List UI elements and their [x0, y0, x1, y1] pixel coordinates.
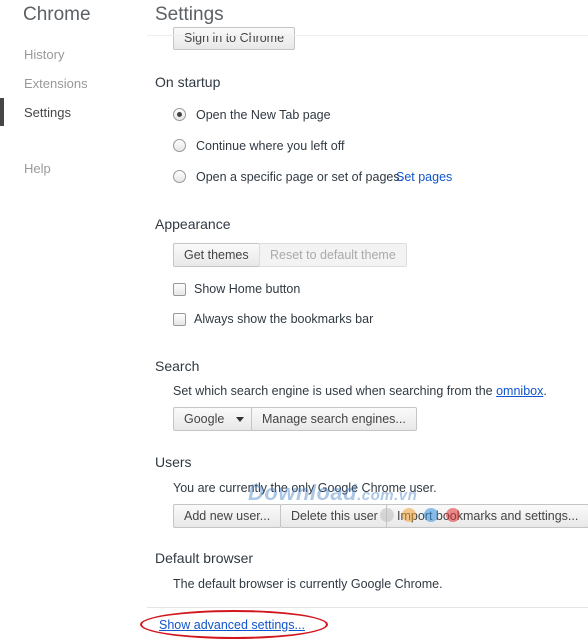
omnibox-link[interactable]: omnibox: [496, 384, 543, 398]
header-divider: [147, 35, 588, 36]
startup-radio-continue[interactable]: [173, 139, 186, 152]
show-bookmarks-checkbox[interactable]: [173, 313, 186, 326]
watermark-dot-gray: [380, 508, 394, 522]
default-browser-section-title: Default browser: [155, 550, 254, 566]
startup-radio-new-tab[interactable]: [173, 108, 186, 121]
show-home-checkbox[interactable]: [173, 283, 186, 296]
startup-section-title: On startup: [155, 74, 221, 90]
sidebar: Chrome History Extensions Settings Help: [0, 0, 130, 641]
sign-in-button[interactable]: Sign in to Chrome: [173, 27, 296, 50]
highlight-oval: [140, 610, 328, 639]
default-browser-description: The default browser is currently Google …: [173, 577, 443, 591]
watermark-suffix: .com.vn: [357, 487, 418, 504]
delete-user-button[interactable]: Delete this user: [280, 504, 389, 528]
chevron-down-icon: [236, 417, 245, 423]
watermark-dot-red: [446, 508, 460, 522]
watermark-text: Download: [248, 480, 358, 505]
startup-radio-specific-pages[interactable]: [173, 170, 186, 183]
show-home-label: Show Home button: [194, 282, 301, 296]
sidebar-item-help[interactable]: Help: [24, 161, 51, 176]
search-description: Set which search engine is used when sea…: [173, 384, 547, 398]
radio-selected-dot: [177, 112, 182, 117]
watermark-dot-blue: [424, 508, 438, 522]
show-bookmarks-label: Always show the bookmarks bar: [194, 312, 374, 326]
page-title: Settings: [155, 4, 224, 25]
set-pages-link[interactable]: Set pages: [396, 170, 452, 184]
get-themes-button[interactable]: Get themes: [173, 243, 260, 267]
appearance-section-title: Appearance: [155, 216, 231, 232]
search-engine-select[interactable]: Google: [173, 407, 256, 431]
search-description-text: Set which search engine is used when sea…: [173, 384, 493, 398]
sidebar-item-extensions[interactable]: Extensions: [24, 76, 88, 91]
import-bookmarks-button[interactable]: Import bookmarks and settings...: [386, 504, 588, 528]
watermark-logo: Download.com.vn: [248, 480, 417, 506]
startup-option-specific-label: Open a specific page or set of pages.: [196, 170, 404, 184]
active-indicator: [0, 98, 4, 126]
search-description-period: .: [543, 384, 547, 398]
startup-option-continue-label: Continue where you left off: [196, 139, 345, 153]
footer-divider: [147, 607, 588, 608]
watermark-dot-orange: [402, 508, 416, 522]
sidebar-title: Chrome: [23, 4, 91, 25]
sidebar-item-history[interactable]: History: [24, 47, 64, 62]
sidebar-item-settings[interactable]: Settings: [24, 105, 71, 120]
add-user-button[interactable]: Add new user...: [173, 504, 282, 528]
users-section-title: Users: [155, 454, 192, 470]
startup-option-new-tab-label: Open the New Tab page: [196, 108, 331, 122]
search-engine-value: Google: [184, 412, 225, 426]
reset-theme-button[interactable]: Reset to default theme: [259, 243, 407, 267]
manage-search-engines-button[interactable]: Manage search engines...: [251, 407, 417, 431]
search-section-title: Search: [155, 358, 200, 374]
